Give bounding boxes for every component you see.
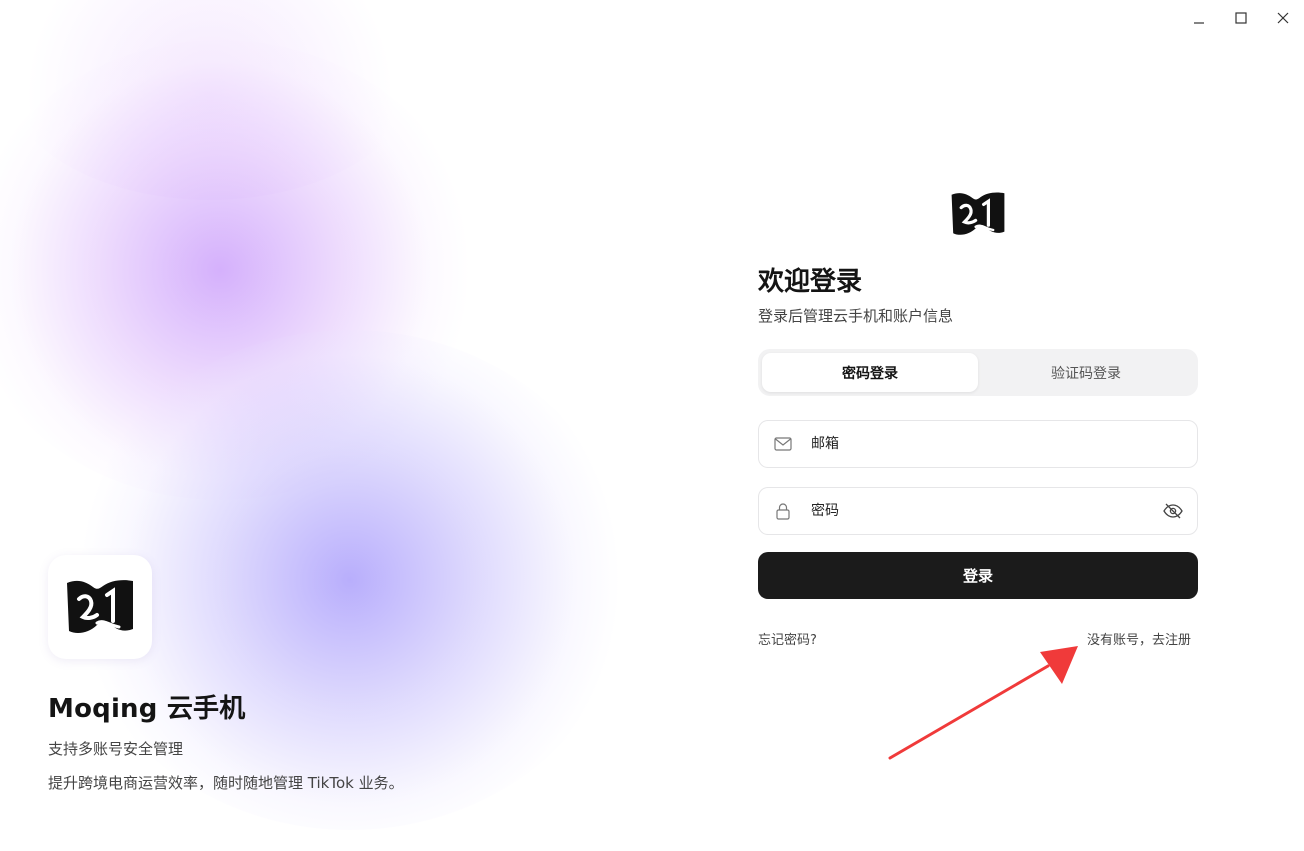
email-field [758, 420, 1198, 468]
register-link[interactable]: 没有账号，去注册 [1087, 629, 1191, 648]
minimize-button[interactable] [1184, 6, 1214, 30]
tagline-secondary: 提升跨境电商运营效率，随时随地管理 TikTok 业务。 [48, 774, 404, 792]
annotation-arrow-icon [888, 646, 1078, 760]
app-name: Moqing 云手机 [48, 694, 246, 724]
maximize-button[interactable] [1226, 6, 1256, 30]
minimize-icon [1194, 22, 1204, 24]
tagline-primary: 支持多账号安全管理 [48, 740, 184, 758]
login-method-tabs: 密码登录 验证码登录 [758, 349, 1198, 396]
form-logo [946, 188, 1010, 240]
close-button[interactable] [1268, 6, 1298, 30]
mail-icon [759, 421, 807, 467]
close-icon [1277, 12, 1289, 24]
password-input[interactable] [807, 488, 1149, 534]
moqing-logo-icon [67, 580, 133, 633]
app-logo-tile [48, 555, 152, 659]
login-button[interactable]: 登录 [758, 552, 1198, 599]
login-title: 欢迎登录 [758, 267, 863, 297]
login-window: Moqing 云手机 支持多账号安全管理 提升跨境电商运营效率，随时随地管理 T… [0, 0, 1304, 851]
email-input[interactable] [807, 421, 1197, 467]
maximize-icon [1235, 12, 1247, 24]
moqing-logo-icon [951, 192, 1005, 235]
eye-off-icon[interactable] [1149, 488, 1197, 534]
tab-code-login[interactable]: 验证码登录 [978, 353, 1194, 392]
login-subtitle: 登录后管理云手机和账户信息 [758, 307, 954, 325]
lock-icon [759, 488, 807, 534]
tab-password-login[interactable]: 密码登录 [762, 353, 978, 392]
hero-panel: Moqing 云手机 支持多账号安全管理 提升跨境电商运营效率，随时随地管理 T… [0, 0, 660, 851]
forgot-password-link[interactable]: 忘记密码? [758, 629, 817, 648]
password-field [758, 487, 1198, 535]
